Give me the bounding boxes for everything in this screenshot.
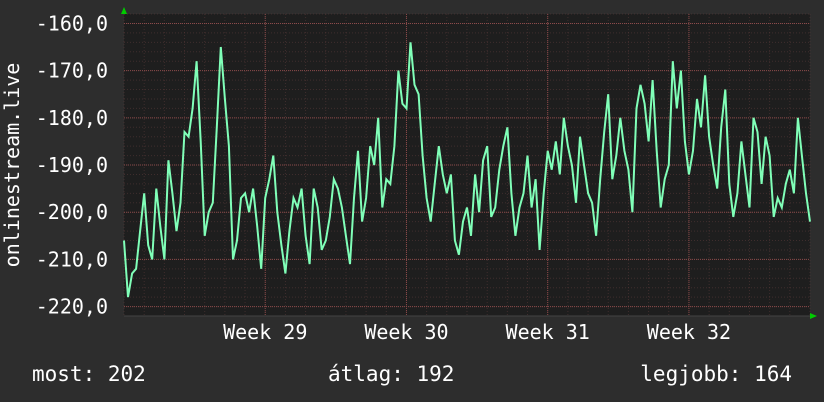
y-tick-label: -210,0: [36, 247, 108, 271]
stat-best: legjobb: 164: [640, 362, 792, 386]
y-tick-label: -160,0: [36, 11, 108, 35]
x-tick-label: Week 31: [506, 320, 590, 344]
x-tick-label: Week 29: [223, 320, 307, 344]
x-tick-label: Week 30: [364, 320, 448, 344]
stat-current: most: 202: [32, 362, 146, 386]
y-axis-label: onlinestream.live: [0, 63, 24, 268]
y-axis-arrow-icon: [121, 7, 127, 14]
x-tick-label: Week 32: [647, 320, 731, 344]
line-chart: -160,0 -170,0 -180,0 -190,0 -200,0 -210,0 -220…: [0, 7, 817, 344]
y-tick-label: -200,0: [36, 200, 108, 224]
chart-panel: -160,0 -170,0 -180,0 -190,0 -200,0 -210,0 -220…: [0, 0, 824, 402]
y-tick-label: -170,0: [36, 59, 108, 83]
stat-average: átlag: 192: [328, 362, 455, 386]
y-tick-label: -220,0: [36, 295, 108, 319]
x-axis-arrow-icon: [810, 313, 817, 319]
y-tick-label: -190,0: [36, 153, 108, 177]
y-tick-label: -180,0: [36, 106, 108, 130]
